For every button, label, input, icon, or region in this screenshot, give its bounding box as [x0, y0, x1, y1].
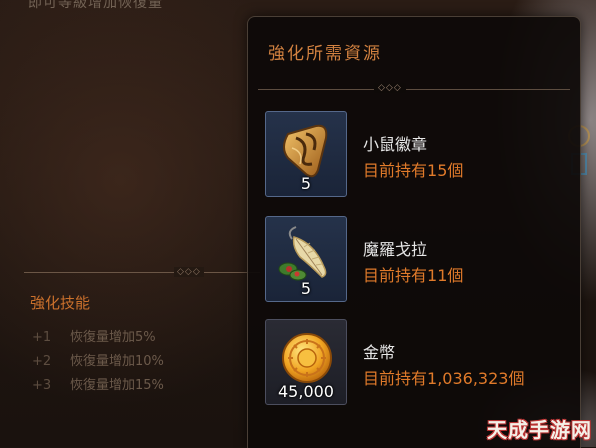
skill-level: +3	[32, 378, 52, 393]
owned-count: 15	[427, 161, 448, 180]
skill-description: 恢復量增加5%	[70, 330, 156, 345]
panel-divider: ◇◇◇	[258, 83, 570, 93]
resource-name: 小鼠徽章	[363, 135, 428, 154]
enhance-skills-list: +1 恢復量增加5% +2 恢復量增加10% +3 恢復量增加15%	[32, 326, 164, 398]
resource-item-gold[interactable]: 45,000 金幣 目前持有1,036,323個	[265, 319, 565, 407]
owned-prefix: 目前持有	[363, 369, 428, 388]
skill-row: +3 恢復量增加15%	[32, 374, 164, 398]
resource-icon-frame[interactable]: 5	[265, 216, 347, 302]
enhance-resources-panel: 強化所需資源 ◇◇◇ 5 小鼠徽章 目前持有15個 5 魔羅戈拉 目前持有11個…	[247, 16, 581, 448]
skill-level: +1	[32, 330, 52, 345]
owned-count: 1,036,323	[427, 369, 509, 388]
skill-level: +2	[32, 354, 52, 369]
background-partial-text: 即可等級增加恢復量	[28, 0, 163, 11]
owned-suffix: 個	[508, 369, 525, 388]
resource-required-qty: 5	[300, 174, 312, 193]
divider-ornament: ◇◇◇	[174, 267, 204, 277]
resource-item-badge[interactable]: 5 小鼠徽章 目前持有15個	[265, 111, 565, 199]
resource-required-qty: 5	[300, 279, 312, 298]
skill-row: +2 恢復量增加10%	[32, 350, 164, 374]
skill-description: 恢復量增加10%	[70, 354, 164, 369]
resource-owned: 目前持有15個	[363, 157, 463, 181]
divider-ornament: ◇◇◇	[374, 83, 406, 93]
resource-required-qty: 45,000	[278, 382, 334, 401]
resource-name: 魔羅戈拉	[363, 240, 428, 259]
skills-divider: ◇◇◇	[24, 267, 260, 277]
enhance-skills-title: 強化技能	[30, 294, 91, 312]
site-watermark: 天成手游网	[480, 413, 592, 443]
owned-prefix: 目前持有	[363, 266, 428, 285]
owned-prefix: 目前持有	[363, 161, 428, 180]
owned-suffix: 個	[447, 266, 464, 285]
owned-suffix: 個	[447, 161, 464, 180]
resource-icon-frame[interactable]: 5	[265, 111, 347, 197]
resource-item-herb[interactable]: 5 魔羅戈拉 目前持有11個	[265, 216, 565, 304]
owned-count: 11	[427, 266, 448, 285]
resource-name: 金幣	[363, 343, 396, 362]
skill-description: 恢復量增加15%	[70, 378, 164, 393]
panel-title: 強化所需資源	[268, 44, 382, 64]
resource-owned: 目前持有1,036,323個	[363, 365, 524, 389]
watermark-text: 天成手游网	[487, 418, 592, 442]
resource-icon-frame[interactable]: 45,000	[265, 319, 347, 405]
resource-owned: 目前持有11個	[363, 262, 463, 286]
skill-row: +1 恢復量增加5%	[32, 326, 164, 350]
